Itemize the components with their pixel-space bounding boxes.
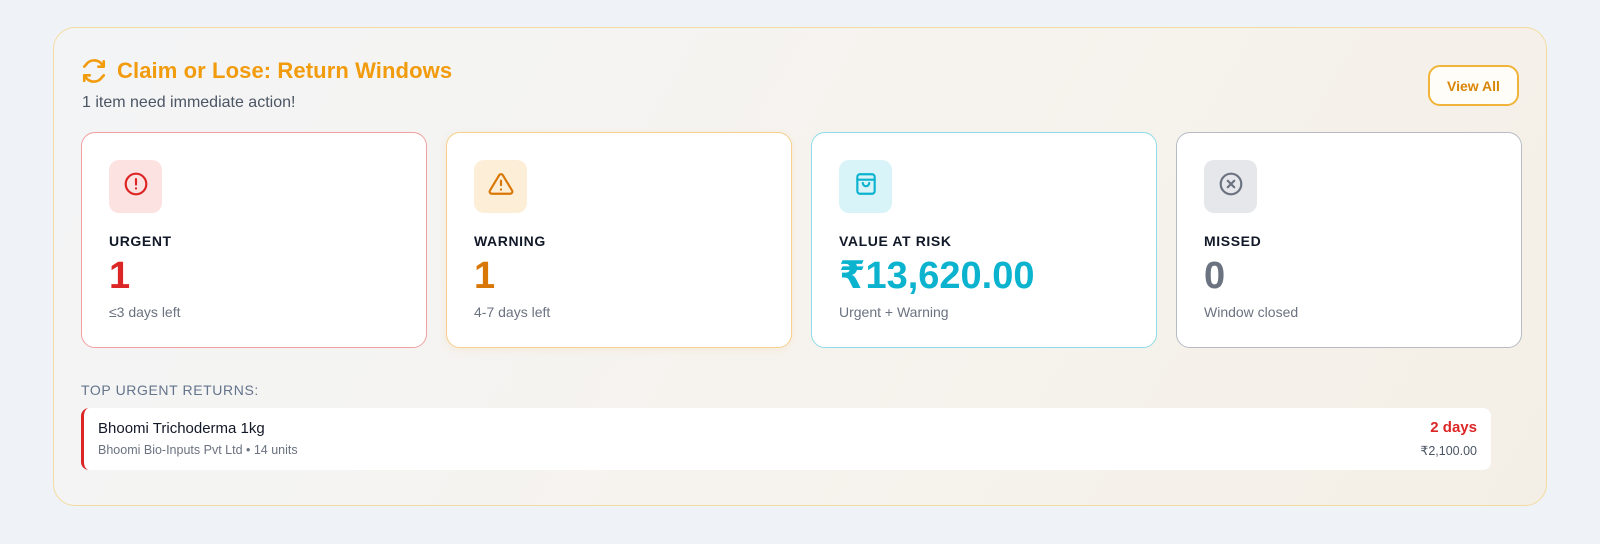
- card-value: 0: [1204, 255, 1226, 297]
- item-name: Bhoomi Trichoderma 1kg: [98, 420, 265, 437]
- card-value: ₹13,620.00: [839, 255, 1035, 297]
- item-amount: ₹2,100.00: [1420, 444, 1477, 458]
- value-at-risk-card[interactable]: VALUE AT RISK ₹13,620.00 Urgent + Warnin…: [811, 132, 1157, 348]
- missed-card[interactable]: MISSED 0 Window closed: [1176, 132, 1522, 348]
- warning-card[interactable]: WARNING 1 4-7 days left: [446, 132, 792, 348]
- return-windows-panel: Claim or Lose: Return Windows 1 item nee…: [53, 27, 1547, 506]
- card-sub: Urgent + Warning: [839, 304, 949, 320]
- value-icon-box: [839, 160, 892, 213]
- panel-header: Claim or Lose: Return Windows: [81, 58, 452, 84]
- refresh-icon: [81, 58, 107, 84]
- item-meta: Bhoomi Bio-Inputs Pvt Ltd • 14 units: [98, 443, 298, 457]
- card-label: VALUE AT RISK: [839, 233, 952, 249]
- card-label: WARNING: [474, 233, 546, 249]
- urgent-icon-box: [109, 160, 162, 213]
- x-circle-icon: [1218, 171, 1244, 202]
- card-label: MISSED: [1204, 233, 1262, 249]
- missed-icon-box: [1204, 160, 1257, 213]
- urgent-card[interactable]: URGENT 1 ≤3 days left: [81, 132, 427, 348]
- panel-title: Claim or Lose: Return Windows: [117, 58, 453, 83]
- top-urgent-returns-label: TOP URGENT RETURNS:: [81, 382, 259, 398]
- card-sub: ≤3 days left: [109, 304, 181, 320]
- card-value: 1: [109, 255, 131, 297]
- item-days-left: 2 days: [1430, 419, 1477, 436]
- alert-triangle-icon: [488, 171, 514, 202]
- shopping-bag-icon: [853, 171, 879, 202]
- list-item[interactable]: Bhoomi Trichoderma 1kg Bhoomi Bio-Inputs…: [81, 408, 1491, 470]
- card-sub: Window closed: [1204, 304, 1299, 320]
- panel-subtitle: 1 item need immediate action!: [82, 94, 296, 111]
- card-sub: 4-7 days left: [474, 304, 551, 320]
- warning-icon-box: [474, 160, 527, 213]
- view-all-button[interactable]: View All: [1428, 65, 1519, 106]
- card-label: URGENT: [109, 233, 172, 249]
- card-value: 1: [474, 255, 496, 297]
- stat-cards: URGENT 1 ≤3 days left WARNING 1 4-7 days…: [81, 132, 1522, 348]
- alert-circle-icon: [123, 171, 149, 202]
